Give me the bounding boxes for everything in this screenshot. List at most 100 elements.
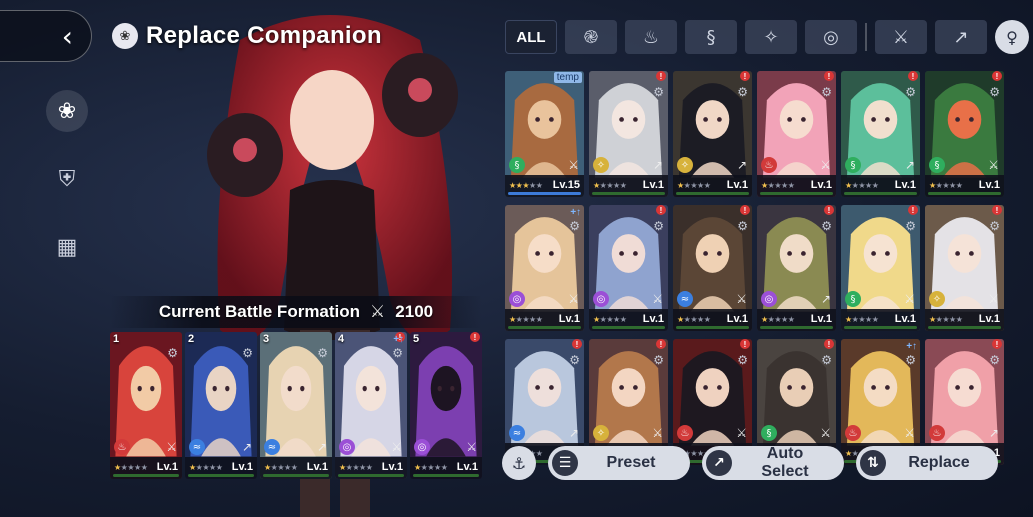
formation-slot-2[interactable]: ⚙ ≈ ↗ ★★★★★ Lv.1 2 bbox=[185, 332, 257, 479]
void-element-icon: ◎ bbox=[414, 439, 430, 455]
formation-slot-5[interactable]: ! ◎ ⚔ ★★★★★ Lv.1 5 bbox=[410, 332, 482, 479]
companion-card[interactable]: ! ⚙ ◎ ↗ ★★★★★ Lv.1 bbox=[757, 205, 836, 331]
companion-card[interactable]: ! ⚙ § ↗ ★★★★★ Lv.1 bbox=[841, 71, 920, 197]
star-rating: ★★★★★ bbox=[845, 181, 879, 190]
level-label: Lv.1 bbox=[978, 179, 1000, 191]
boost-icon: +↑ bbox=[570, 207, 581, 218]
spear-weapon-icon: ↗ bbox=[736, 158, 747, 172]
spear-weapon-icon: ↗ bbox=[988, 426, 999, 440]
sword-weapon-icon: ⚔ bbox=[568, 158, 579, 172]
level-label: Lv.1 bbox=[558, 313, 580, 325]
fire-element-icon: ♨ bbox=[845, 425, 861, 441]
filter-bar: ALL ֎ ♨ § ✧ ◎ ⚔ ↗ ♀ bbox=[505, 20, 1029, 54]
void-element-icon: ◎ bbox=[339, 439, 355, 455]
star-rating: ★★★★★ bbox=[593, 181, 627, 190]
auto-select-button[interactable]: ↗ Auto Select bbox=[702, 445, 844, 480]
experience-bar bbox=[263, 474, 329, 477]
nav-companion-icon[interactable]: ❀ bbox=[46, 90, 88, 132]
sword-weapon-icon: ⚔ bbox=[166, 440, 177, 454]
gear-icon: ⚙ bbox=[821, 353, 832, 367]
experience-bar bbox=[676, 192, 749, 195]
alert-badge: ! bbox=[992, 339, 1002, 349]
gear-icon: ⚙ bbox=[989, 219, 1000, 233]
experience-bar bbox=[844, 192, 917, 195]
companion-card[interactable]: ! ⚙ ♨ ⚔ ★★★★★ Lv.1 bbox=[757, 71, 836, 197]
sort-order-icon[interactable]: ♀ bbox=[995, 20, 1029, 54]
gear-icon: ⚙ bbox=[905, 353, 916, 367]
companion-card[interactable]: ! ⚙ ✧ ↗ ★★★★★ Lv.1 bbox=[589, 71, 668, 197]
level-label: Lv.15 bbox=[552, 179, 580, 191]
star-rating: ★★★★★ bbox=[189, 463, 223, 472]
formation-slot-3[interactable]: ⚙ ≈ ↗ ★★★★★ Lv.1 3 bbox=[260, 332, 332, 479]
auto-select-label: Auto Select bbox=[761, 445, 809, 480]
experience-bar bbox=[760, 192, 833, 195]
star-rating: ★★★★★ bbox=[114, 463, 148, 472]
light-element-icon[interactable]: ✧ bbox=[745, 20, 797, 54]
light-element-icon: ✧ bbox=[929, 291, 945, 307]
wind-element-icon[interactable]: ֎ bbox=[565, 20, 617, 54]
void-element-icon: ◎ bbox=[593, 291, 609, 307]
level-label: Lv.1 bbox=[726, 179, 748, 191]
sword-weapon-icon: ⚔ bbox=[736, 292, 747, 306]
level-label: Lv.1 bbox=[642, 313, 664, 325]
slot-number: 1 bbox=[113, 333, 120, 345]
void-element-icon[interactable]: ◎ bbox=[805, 20, 857, 54]
temp-tag: temp bbox=[553, 72, 582, 83]
nature-element-icon: § bbox=[929, 157, 945, 173]
sword-weapon-icon: ⚔ bbox=[652, 292, 663, 306]
grid-icon[interactable]: ▦ bbox=[50, 230, 84, 264]
spear-weapon-icon: ↗ bbox=[241, 440, 252, 454]
experience-bar bbox=[844, 326, 917, 329]
replace-button[interactable]: ⇅ Replace bbox=[856, 446, 998, 480]
formation-slot-1[interactable]: ⚙ ♨ ⚔ ★★★★★ Lv.1 1 bbox=[110, 332, 182, 479]
nature-element-icon[interactable]: § bbox=[685, 20, 737, 54]
experience-bar bbox=[928, 192, 1001, 195]
nature-element-icon: § bbox=[509, 157, 525, 173]
gear-icon: ⚙ bbox=[821, 219, 832, 233]
spear-weapon-icon: ↗ bbox=[652, 158, 663, 172]
gear-icon: ⚙ bbox=[392, 346, 403, 360]
spear-weapon-icon: ↗ bbox=[904, 158, 915, 172]
action-bar: ⚓ ☰ Preset ↗ Auto Select ⇅ Replace bbox=[502, 445, 998, 480]
fire-element-icon[interactable]: ♨ bbox=[625, 20, 677, 54]
gear-icon: ⚙ bbox=[737, 219, 748, 233]
star-rating: ★★★★★ bbox=[761, 315, 795, 324]
auto-arrow-icon: ↗ bbox=[706, 450, 732, 476]
companion-card[interactable]: ! ⚙ ✧ ⚔ ★★★★★ Lv.1 bbox=[925, 205, 1004, 331]
preset-button[interactable]: ☰ Preset bbox=[548, 446, 690, 480]
experience-bar bbox=[338, 474, 404, 477]
star-rating: ★★★★★ bbox=[509, 315, 543, 324]
companion-card[interactable]: ! ⚙ ◎ ⚔ ★★★★★ Lv.1 bbox=[589, 205, 668, 331]
fork-knife-icon[interactable]: ⚓ bbox=[502, 446, 536, 480]
fire-element-icon: ♨ bbox=[929, 425, 945, 441]
gear-icon: ⚙ bbox=[653, 353, 664, 367]
preset-label: Preset bbox=[606, 454, 656, 471]
back-button[interactable]: ‹ bbox=[0, 10, 92, 62]
companion-card[interactable]: temp § ⚔ ★★★★★ Lv.15 bbox=[505, 71, 584, 197]
gear-icon: ⚙ bbox=[737, 353, 748, 367]
filter-all-button[interactable]: ALL bbox=[505, 20, 557, 54]
gear-icon: ⚙ bbox=[905, 219, 916, 233]
experience-bar bbox=[592, 326, 665, 329]
alert-badge: ! bbox=[656, 71, 666, 81]
formation-slot-4[interactable]: ! +↑ ⚙ ◎ ⚔ ★★★★★ Lv.1 4 bbox=[335, 332, 407, 479]
water-element-icon: ≈ bbox=[509, 425, 525, 441]
experience-bar bbox=[676, 326, 749, 329]
spear-weapon-icon[interactable]: ↗ bbox=[935, 20, 987, 54]
companion-card[interactable]: +↑ ⚙ ◎ ⚔ ★★★★★ Lv.1 bbox=[505, 205, 584, 331]
star-shield-icon[interactable]: ⛨ bbox=[50, 162, 84, 196]
companion-card[interactable]: ! ⚙ § ⚔ ★★★★★ Lv.1 bbox=[841, 205, 920, 331]
alert-badge: ! bbox=[992, 205, 1002, 215]
boost-icon: +↑ bbox=[906, 341, 917, 352]
alert-badge: ! bbox=[656, 339, 666, 349]
star-rating: ★★★★★ bbox=[677, 315, 711, 324]
nature-element-icon: § bbox=[761, 425, 777, 441]
sword-weapon-icon[interactable]: ⚔ bbox=[875, 20, 927, 54]
companion-card[interactable]: ! ⚙ ✧ ↗ ★★★★★ Lv.1 bbox=[673, 71, 752, 197]
level-label: Lv.1 bbox=[978, 313, 1000, 325]
star-rating: ★★★★★ bbox=[929, 181, 963, 190]
companion-card[interactable]: ! ⚙ § ⚔ ★★★★★ Lv.1 bbox=[925, 71, 1004, 197]
companion-card[interactable]: ! ⚙ ≈ ⚔ ★★★★★ Lv.1 bbox=[673, 205, 752, 331]
level-label: Lv.1 bbox=[810, 313, 832, 325]
sword-weapon-icon: ⚔ bbox=[652, 426, 663, 440]
